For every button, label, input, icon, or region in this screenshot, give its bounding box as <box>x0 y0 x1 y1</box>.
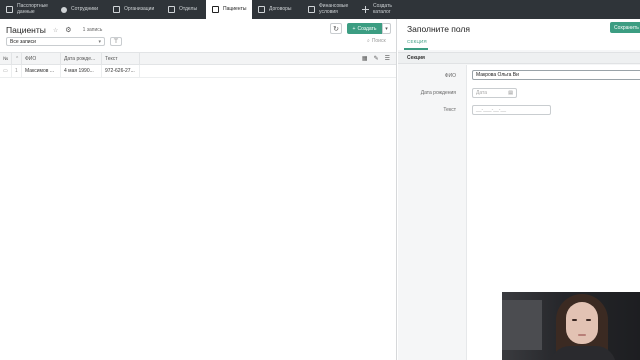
form-header: Заполните поля СЕКЦИЯ <box>398 19 640 50</box>
fio-value: Макрова Ольга Ви <box>476 72 519 78</box>
list-icon[interactable]: ☰ <box>385 55 390 62</box>
document-icon <box>212 6 219 13</box>
cell-fio: Максимов ... <box>22 64 61 78</box>
refresh-button[interactable]: ↻ <box>330 23 342 34</box>
tab-label: Отделы <box>179 5 198 12</box>
date-placeholder: Дата <box>476 90 488 96</box>
cell-text: 972-626-27... <box>102 64 140 78</box>
records-filter-select[interactable]: Все записи ▾ <box>6 37 105 46</box>
tab-section[interactable]: СЕКЦИЯ <box>407 39 427 44</box>
filter-icon: ⊤ <box>113 39 119 45</box>
search-icon: ⌕ <box>367 38 370 44</box>
row-index: 1 <box>12 64 22 78</box>
tab-passport-data[interactable]: Пасспортные данные <box>0 0 55 19</box>
section-header: Секция <box>398 52 640 64</box>
chevron-down-icon: ▾ <box>385 25 388 32</box>
column-header-date[interactable]: Дата рожде... <box>61 52 102 65</box>
active-tab-underline <box>404 48 428 50</box>
create-dropdown-button[interactable]: ▾ <box>382 23 391 34</box>
tab-departments[interactable]: Отделы <box>162 0 206 19</box>
tab-contracts[interactable]: Договоры <box>252 0 302 19</box>
sort-icon[interactable]: ⌃ <box>12 52 22 65</box>
tab-label: Создать каталог <box>373 3 393 15</box>
cell-date: 4 мая 1990... <box>61 64 102 78</box>
fio-label: ФИО <box>444 73 456 79</box>
tab-financial-conditions[interactable]: Финансовые условия <box>302 0 356 19</box>
birth-date-input[interactable]: Дата ▤ <box>472 88 517 98</box>
list-title-row: Пациенты ☆ ⚙ 1 запись <box>6 24 102 36</box>
create-label: Создать <box>357 25 377 32</box>
calendar-icon[interactable]: ▤ <box>508 90 513 96</box>
text-input[interactable]: __-___-__-__ <box>472 105 551 115</box>
birth-date-label: Дата рождения <box>420 90 456 96</box>
users-icon <box>61 6 67 13</box>
record-count: 1 запись <box>82 27 103 33</box>
tab-label: Сотрудники <box>71 5 99 12</box>
edit-icon[interactable]: ✎ <box>374 55 379 62</box>
form-title: Заполните поля <box>407 24 470 34</box>
search-field[interactable]: ⌕ Поиск <box>367 38 386 44</box>
presenter-eye <box>586 319 591 321</box>
table-row[interactable]: ▭ 1 Максимов ... 4 мая 1990... 972-626-2… <box>0 64 396 78</box>
column-header-fio[interactable]: ФИО <box>22 52 61 65</box>
document-icon <box>6 6 13 13</box>
building-icon <box>113 6 120 13</box>
tab-label: Финансовые условия <box>319 3 349 15</box>
document-icon <box>308 6 315 13</box>
presenter-face <box>566 302 598 344</box>
table-header: № ⌃ ФИО Дата рожде... Текст ▦ ✎ ☰ <box>0 52 396 65</box>
fio-input[interactable]: Макрова Ольга Ви <box>472 70 640 80</box>
refresh-icon: ↻ <box>333 25 339 33</box>
presenter-eye <box>572 319 577 321</box>
filter-value: Все записи <box>10 38 36 45</box>
page-title: Пациенты <box>6 25 46 35</box>
patients-list-panel: Пациенты ☆ ⚙ 1 запись ↻ + Создать ▾ Все … <box>0 19 397 360</box>
search-placeholder: Поиск <box>371 38 386 44</box>
star-icon[interactable]: ☆ <box>53 27 58 34</box>
text-label: Текст <box>443 107 456 113</box>
tab-label: Договоры <box>269 5 292 12</box>
tab-employees[interactable]: Сотрудники <box>55 0 107 19</box>
gear-icon[interactable]: ⚙ <box>65 26 71 34</box>
chevron-down-icon: ▾ <box>98 39 101 45</box>
column-header-number[interactable]: № <box>0 52 12 65</box>
create-button[interactable]: + Создать <box>347 23 382 34</box>
text-placeholder: __-___-__-__ <box>476 107 507 113</box>
webcam-shelf <box>502 300 542 350</box>
tab-label: Организации <box>124 5 155 12</box>
tab-organizations[interactable]: Организации <box>107 0 162 19</box>
plus-icon <box>362 6 369 13</box>
save-button[interactable]: Сохранить <box>610 22 640 33</box>
column-header-text[interactable]: Текст <box>102 52 140 65</box>
row-edit-icon[interactable]: ▭ <box>0 64 12 78</box>
webcam-overlay <box>502 292 640 360</box>
presenter-mouth <box>578 334 586 336</box>
tab-create-catalog[interactable]: Создать каталог <box>356 0 406 19</box>
document-icon <box>168 6 175 13</box>
tab-label: Пациенты <box>223 5 247 12</box>
tab-label: Пасспортные данные <box>17 3 48 15</box>
plus-icon: + <box>352 25 356 32</box>
columns-icon[interactable]: ▦ <box>362 55 368 62</box>
table-tools: ▦ ✎ ☰ <box>362 55 390 62</box>
document-icon <box>258 6 265 13</box>
top-tab-bar: Пасспортные данные Сотрудники Организаци… <box>0 0 640 19</box>
presenter-body <box>550 346 616 360</box>
tab-patients[interactable]: Пациенты <box>206 0 252 19</box>
filter-button[interactable]: ⊤ <box>110 37 122 46</box>
